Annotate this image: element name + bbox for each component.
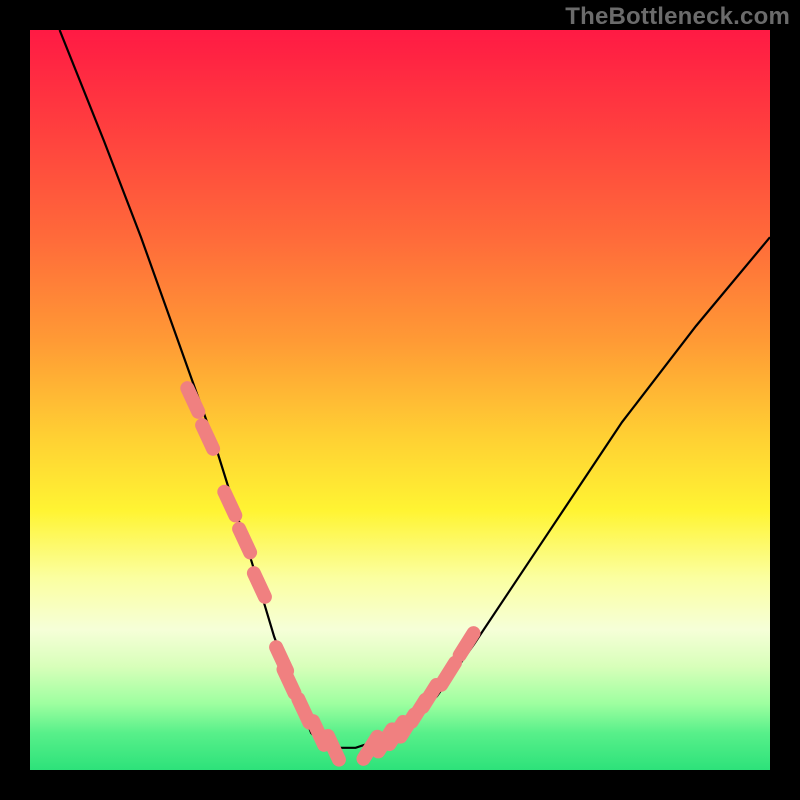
marker-segment: [239, 529, 250, 553]
marker-segment: [328, 736, 339, 760]
watermark-text: TheBottleneck.com: [565, 3, 790, 31]
marker-segment: [254, 573, 265, 597]
marker-segment: [284, 669, 295, 693]
right-markers-group: [364, 633, 474, 759]
marker-segment: [187, 388, 198, 412]
marker-segment: [460, 633, 474, 655]
marker-segment: [441, 663, 455, 685]
chart-container: TheBottleneck.com: [0, 0, 800, 800]
marker-segment: [224, 492, 235, 516]
plot-area: [30, 30, 770, 770]
chart-svg: [30, 30, 770, 770]
marker-segment: [202, 425, 213, 449]
bottleneck-curve: [60, 30, 770, 748]
marker-segment: [423, 685, 437, 707]
left-markers-group: [187, 388, 339, 759]
